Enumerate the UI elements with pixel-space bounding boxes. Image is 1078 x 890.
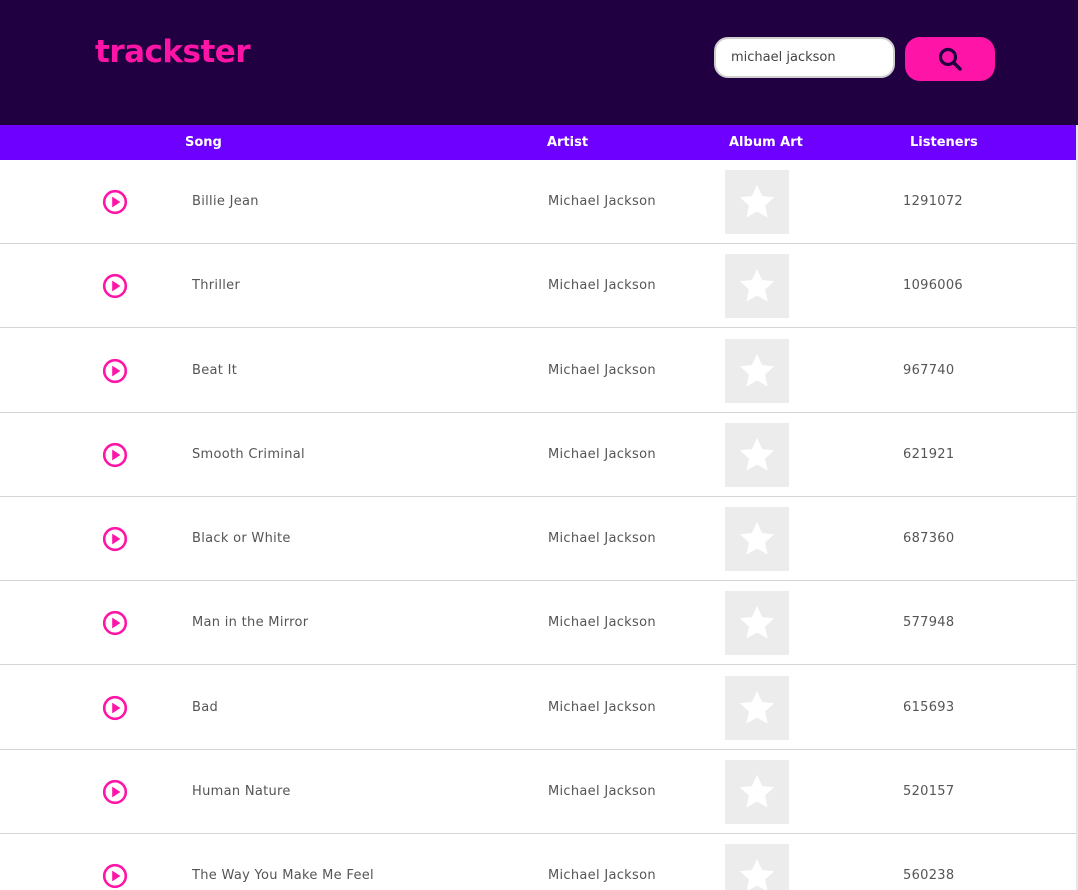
song-title: Beat It [192,362,238,378]
album-art [725,170,789,234]
album-art [725,675,789,740]
app-header: trackster [0,0,1078,125]
artist-name: Michael Jackson [548,531,656,546]
star-icon [739,774,775,808]
listener-count: 1096006 [903,278,963,294]
play-icon[interactable] [102,863,128,889]
play-icon[interactable] [102,189,128,215]
listener-count: 967740 [903,362,955,378]
album-art [725,507,789,571]
artist-name: Michael Jackson [548,194,656,209]
table-row[interactable]: Bad Michael Jackson 615693 [0,666,1076,750]
album-art [725,338,789,403]
listener-count: 615693 [903,699,955,715]
album-art [725,591,789,656]
artist-name: Michael Jackson [548,362,656,378]
table-row[interactable]: Man in the Mirror Michael Jackson 577948 [0,581,1076,666]
song-title: Smooth Criminal [192,446,305,462]
artist-name: Michael Jackson [548,783,656,799]
table-row[interactable]: The Way You Make Me Feel Michael Jackson 5… [0,834,1076,890]
column-header-artist: Artist [547,135,589,150]
song-title: Man in the Mirror [192,615,309,631]
listener-count: 520157 [903,783,955,799]
star-icon [739,858,775,890]
song-title: Human Nature [192,783,291,799]
star-icon [739,690,775,724]
star-icon [739,521,775,555]
artist-name: Michael Jackson [548,615,656,631]
artist-name: Michael Jackson [548,446,656,462]
play-icon[interactable] [102,526,128,552]
search-button[interactable] [905,37,995,81]
play-icon[interactable] [102,442,128,468]
table-row[interactable]: Thriller Michael Jackson 1096006 [0,244,1076,329]
play-icon[interactable] [102,273,128,299]
artist-name: Michael Jackson [548,278,656,294]
song-title: Thriller [192,278,241,294]
star-icon [739,184,775,218]
song-title: Black or White [192,531,291,546]
star-icon [739,353,775,387]
play-icon[interactable] [102,695,128,721]
table-header: Song Artist Album Art Listeners [0,125,1076,160]
song-title: Billie Jean [192,194,259,209]
album-art [725,844,789,890]
table-row[interactable]: Black or White Michael Jackson 687360 [0,497,1076,581]
column-header-album-art: Album Art [729,135,803,150]
album-art [725,254,789,319]
listener-count: 1291072 [903,194,963,209]
artist-name: Michael Jackson [548,699,656,715]
listener-count: 577948 [903,615,955,631]
album-art [725,422,789,487]
song-title: Bad [192,699,219,715]
play-icon[interactable] [102,779,128,805]
album-art [725,759,789,824]
search-icon [938,47,962,71]
song-title: The Way You Make Me Feel [192,868,374,883]
play-icon[interactable] [102,610,128,636]
star-icon [739,269,775,302]
table-row[interactable]: Billie Jean Michael Jackson 1291072 [0,160,1076,244]
listener-count: 621921 [903,446,955,462]
star-icon [739,437,775,471]
table-row[interactable]: Human Nature Michael Jackson 520157 [0,750,1076,834]
star-icon [739,606,775,639]
trackster-logo[interactable]: trackster [95,34,251,70]
table-row[interactable]: Smooth Criminal Michael Jackson 621921 [0,413,1076,497]
listener-count: 687360 [903,531,955,546]
artist-name: Michael Jackson [548,868,656,883]
column-header-song: Song [185,135,222,150]
play-icon[interactable] [102,358,128,384]
column-header-listeners: Listeners [910,135,978,150]
search-input[interactable] [714,37,895,78]
listener-count: 560238 [903,868,955,883]
table-row[interactable]: Beat It Michael Jackson 967740 [0,329,1076,413]
